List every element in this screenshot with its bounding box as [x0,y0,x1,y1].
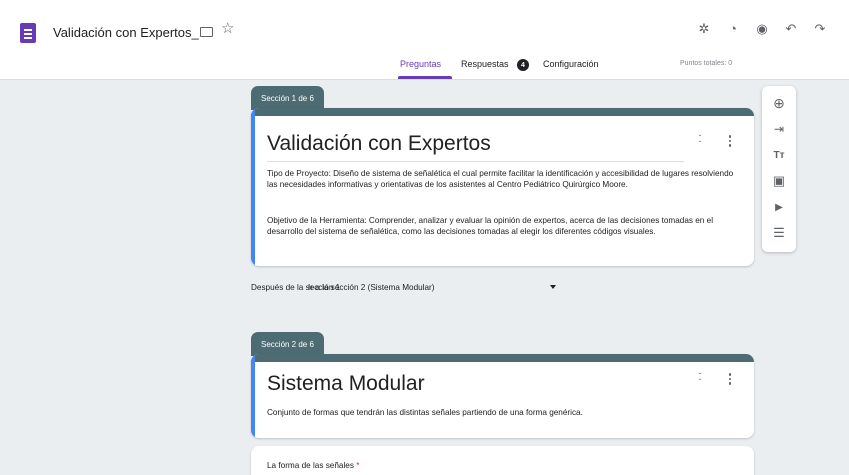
section-1-header-card[interactable]: Validación con Expertos ˇˆ Tipo de Proye… [251,108,754,266]
section-description[interactable]: Conjunto de formas que tendrán las disti… [267,407,737,418]
add-image-icon[interactable]: ▣ [770,172,788,190]
undo-icon[interactable]: ↶ [783,20,799,36]
move-to-folder-icon[interactable] [200,27,213,37]
redo-icon[interactable]: ↷ [812,20,828,36]
responses-count-badge: 4 [517,59,529,71]
active-tab-indicator [398,76,452,79]
active-card-indicator [251,354,255,438]
floating-toolbar: ⊕ ⇥ Tт ▣ ▶ ☰ [762,86,796,252]
question-card[interactable]: La forma de las señales * [251,446,754,475]
tab-settings[interactable]: Configuración [543,59,599,69]
addon-puzzle-icon[interactable]: ✲ [696,20,712,36]
tab-questions[interactable]: Preguntas [400,59,441,69]
required-asterisk: * [356,461,360,470]
more-options-icon[interactable] [728,135,732,147]
add-video-icon[interactable]: ▶ [770,198,788,216]
tab-responses[interactable]: Respuestas [461,59,509,69]
form-title[interactable]: Validación con Expertos [267,132,491,156]
active-card-indicator [251,108,255,266]
star-icon[interactable]: ☆ [221,21,234,36]
total-points: Puntos totales: 0 [680,60,733,67]
form-description-objective[interactable]: Objetivo de la Herramienta: Comprender, … [267,215,737,237]
import-questions-icon[interactable]: ⇥ [770,120,788,138]
section-goto-dropdown[interactable]: Ir a la sección 2 (Sistema Modular) [308,283,435,292]
section-1-tab: Sección 1 de 6 [251,86,324,110]
section-title[interactable]: Sistema Modular [267,372,425,396]
palette-icon[interactable]: ◔ [725,20,741,36]
collapse-section-icon[interactable]: ˇˆ [695,135,705,149]
dropdown-arrow-icon[interactable] [550,285,556,289]
section-2-header-card[interactable]: Sistema Modular ˇˆ Conjunto de formas qu… [251,354,754,438]
add-title-icon[interactable]: Tт [770,146,788,164]
add-question-icon[interactable]: ⊕ [770,94,788,112]
section-2-tab: Sección 2 de 6 [251,332,324,356]
more-options-icon[interactable] [728,373,732,385]
document-title[interactable]: Validación con Expertos_ [53,25,199,40]
section-color-band [251,108,754,116]
collapse-section-icon[interactable]: ˇˆ [695,373,705,387]
top-bar: Validación con Expertos_ ☆ ✲ ◔ ◉ ↶ ↷ Pre… [0,0,849,80]
forms-logo-icon[interactable] [20,23,36,43]
preview-eye-icon[interactable]: ◉ [754,20,770,36]
form-description-project[interactable]: Tipo de Proyecto: Diseño de sistema de s… [267,168,737,190]
add-section-icon[interactable]: ☰ [770,224,788,242]
question-title[interactable]: La forma de las señales * [267,461,359,470]
title-underline [267,161,684,162]
section-color-band [251,354,754,362]
